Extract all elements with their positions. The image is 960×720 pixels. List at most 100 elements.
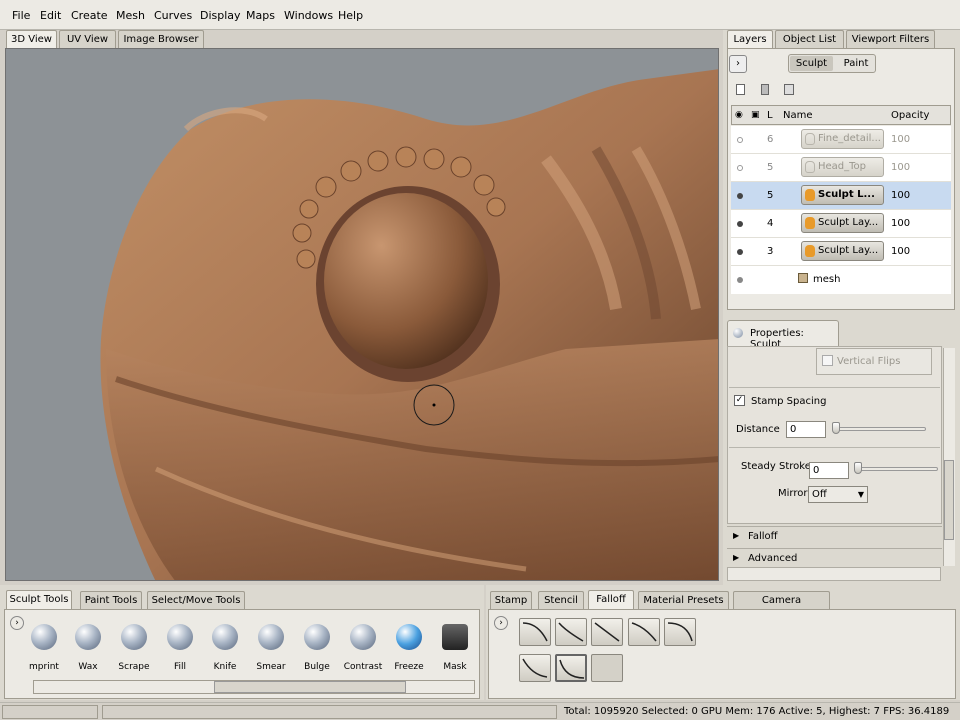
- tab-3d-view[interactable]: 3D View: [6, 30, 57, 49]
- distance-slider[interactable]: [832, 427, 926, 431]
- menu-mesh[interactable]: Mesh: [116, 9, 145, 22]
- tab-stamp[interactable]: Stamp: [490, 591, 532, 610]
- sculpt-mode-button[interactable]: Sculpt: [790, 56, 833, 71]
- tool-fill[interactable]: Fill: [158, 620, 202, 672]
- menu-bar: File Edit Create Mesh Curves Display Map…: [0, 0, 960, 30]
- tab-select-move-tools[interactable]: Select/Move Tools: [147, 591, 245, 610]
- layer-opacity[interactable]: 100: [891, 246, 910, 257]
- distance-label: Distance: [736, 424, 780, 435]
- status-text: Total: 1095920 Selected: 0 GPU Mem: 176 …: [564, 706, 950, 717]
- visibility-icon[interactable]: [737, 221, 743, 227]
- tool-wax[interactable]: Wax: [66, 620, 110, 672]
- visibility-icon[interactable]: [737, 165, 743, 171]
- hand-icon: [805, 133, 815, 145]
- delete-layer-icon[interactable]: [761, 84, 769, 95]
- tool-knife[interactable]: Knife: [203, 620, 247, 672]
- visibility-icon[interactable]: [737, 137, 743, 143]
- menu-display[interactable]: Display: [200, 9, 241, 22]
- tools-scroll-thumb[interactable]: [214, 681, 406, 693]
- menu-maps[interactable]: Maps: [246, 9, 275, 22]
- layer-name-button[interactable]: Sculpt Lay...: [801, 213, 884, 233]
- expand-right-icon: ▶: [733, 531, 740, 540]
- falloff-curve-icon[interactable]: [591, 618, 623, 646]
- layer-name-button[interactable]: Head_Top: [801, 157, 884, 177]
- menu-create[interactable]: Create: [71, 9, 108, 22]
- layer-name-button[interactable]: Sculpt L...: [801, 185, 884, 205]
- eye-icon: ◉: [735, 110, 743, 120]
- falloff-curve-icon-selected[interactable]: [555, 654, 587, 682]
- menu-edit[interactable]: Edit: [40, 9, 61, 22]
- falloff-empty-slot[interactable]: [591, 654, 623, 682]
- menu-help[interactable]: Help: [338, 9, 363, 22]
- distance-field[interactable]: 0: [786, 421, 826, 438]
- steady-stroke-slider-handle[interactable]: [854, 462, 862, 474]
- expand-arrow-icon[interactable]: ›: [729, 55, 747, 73]
- tab-image-browser[interactable]: Image Browser: [118, 30, 204, 49]
- steady-stroke-field[interactable]: 0: [809, 462, 849, 479]
- mesh-row[interactable]: mesh: [731, 266, 951, 294]
- mask-icon: [442, 624, 468, 650]
- layer-row[interactable]: 5 Head_Top 100: [731, 154, 951, 182]
- layer-opacity[interactable]: 100: [891, 218, 910, 229]
- tool-mask[interactable]: Mask: [433, 620, 477, 672]
- falloff-curve-icon[interactable]: [555, 618, 587, 646]
- falloff-curve-icon[interactable]: [628, 618, 660, 646]
- scroll-thumb[interactable]: [944, 460, 954, 540]
- falloff-curve-icon[interactable]: [519, 654, 551, 682]
- menu-windows[interactable]: Windows: [284, 9, 333, 22]
- tool-bulge[interactable]: Bulge: [295, 620, 339, 672]
- smear-icon: [258, 624, 284, 650]
- tool-imprint[interactable]: mprint: [22, 620, 66, 672]
- opacity-col-header[interactable]: Opacity: [891, 110, 929, 121]
- layer-row[interactable]: 4 Sculpt Lay... 100: [731, 210, 951, 238]
- visibility-icon[interactable]: [737, 193, 743, 199]
- tool-freeze[interactable]: Freeze: [387, 620, 431, 672]
- menu-curves[interactable]: Curves: [154, 9, 192, 22]
- tool-scrape[interactable]: Scrape: [112, 620, 156, 672]
- tab-paint-tools[interactable]: Paint Tools: [80, 591, 142, 610]
- layer-row-selected[interactable]: 5 Sculpt L... 100: [731, 182, 951, 210]
- falloff-curve-icon[interactable]: [664, 618, 696, 646]
- duplicate-layer-icon[interactable]: [784, 84, 794, 95]
- falloff-curve-icon[interactable]: [519, 618, 551, 646]
- properties-hscrollbar[interactable]: [727, 567, 941, 581]
- falloff-section[interactable]: ▶ Falloff: [727, 526, 942, 545]
- freeze-icon: [396, 624, 422, 650]
- sculpt-model: [100, 69, 718, 580]
- layer-row[interactable]: 3 Sculpt Lay... 100: [731, 238, 951, 266]
- tab-falloff[interactable]: Falloff: [588, 590, 634, 609]
- expand-arrow-icon[interactable]: ›: [494, 616, 508, 630]
- tab-layers[interactable]: Layers: [727, 30, 773, 49]
- knife-icon: [212, 624, 238, 650]
- layer-row[interactable]: 6 Fine_detail... 100: [731, 126, 951, 154]
- stamp-spacing-checkbox[interactable]: ✓: [734, 395, 745, 406]
- name-col-header[interactable]: Name: [783, 110, 813, 121]
- tab-camera-bookmarks[interactable]: Camera Bookmarks: [733, 591, 830, 623]
- bulge-icon: [304, 624, 330, 650]
- tab-object-list[interactable]: Object List: [775, 30, 844, 49]
- tab-uv-view[interactable]: UV View: [59, 30, 116, 49]
- layer-name-button[interactable]: Sculpt Lay...: [801, 241, 884, 261]
- visibility-icon[interactable]: [737, 249, 743, 255]
- new-layer-icon[interactable]: [736, 84, 745, 95]
- vertical-flips-checkbox[interactable]: [822, 355, 833, 366]
- layer-opacity[interactable]: 100: [891, 190, 910, 201]
- tool-smear[interactable]: Smear: [249, 620, 293, 672]
- distance-slider-handle[interactable]: [832, 422, 840, 434]
- tab-sculpt-tools[interactable]: Sculpt Tools: [6, 590, 72, 609]
- layer-name-button[interactable]: Fine_detail...: [801, 129, 884, 149]
- tab-material-presets[interactable]: Material Presets: [638, 591, 729, 610]
- paint-mode-button[interactable]: Paint: [838, 56, 874, 71]
- tool-contrast[interactable]: Contrast: [341, 620, 385, 672]
- layer-opacity[interactable]: 100: [891, 162, 910, 173]
- tab-stencil[interactable]: Stencil: [538, 591, 584, 610]
- 3d-viewport[interactable]: [5, 48, 719, 581]
- mirror-dropdown[interactable]: Off ▼: [808, 486, 868, 503]
- visibility-icon[interactable]: [737, 277, 743, 283]
- layer-opacity[interactable]: 100: [891, 134, 910, 145]
- properties-tab[interactable]: Properties: Sculpt: [727, 320, 839, 350]
- menu-file[interactable]: File: [12, 9, 30, 22]
- tab-viewport-filters[interactable]: Viewport Filters: [846, 30, 935, 49]
- advanced-section[interactable]: ▶ Advanced: [727, 548, 942, 567]
- steady-stroke-slider[interactable]: [854, 467, 938, 471]
